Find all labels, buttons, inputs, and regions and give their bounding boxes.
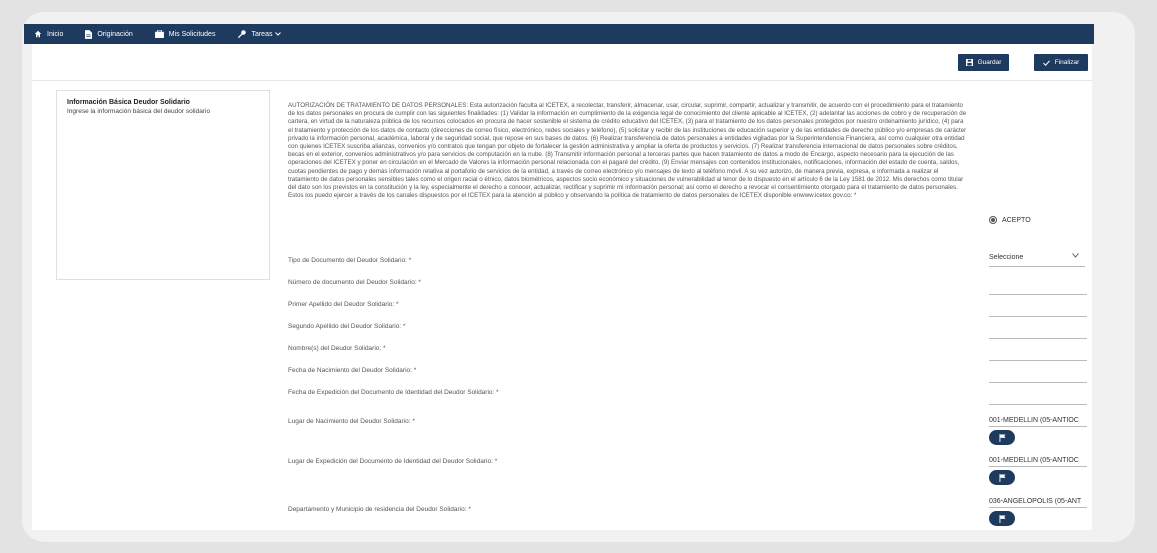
field-label-fecha-nacimiento: Fecha de Nacimiento del Deudor Solidario…	[288, 367, 417, 374]
wrench-icon	[238, 29, 247, 38]
radio-button[interactable]	[989, 216, 997, 224]
data-authorization-text: AUTORIZACIÓN DE TRATAMIENTO DE DATOS PER…	[288, 102, 967, 200]
birth-place-flag-button[interactable]	[989, 430, 1015, 445]
field-label-segundo-apellido: Segundo Apellido del Deudor Solidario: *	[288, 323, 406, 330]
birth-date-input[interactable]	[989, 382, 1087, 383]
flag-icon	[999, 473, 1005, 482]
document-icon	[85, 29, 93, 39]
nav-item-originacion[interactable]: Originación	[85, 29, 133, 39]
form-panel: Guardar Finalizar Información Básica Deu…	[32, 44, 1092, 530]
field-label-lugar-nacimiento: Lugar de Nacimiento del Deudor Solidario…	[288, 418, 415, 425]
home-icon	[34, 30, 42, 38]
top-navbar: Inicio Originación Mis Solicitudes Tarea…	[24, 24, 1094, 44]
chevron-down-icon	[275, 32, 282, 36]
document-type-select[interactable]: Seleccione	[989, 253, 1085, 267]
nav-label-mis-solicitudes: Mis Solicitudes	[168, 30, 216, 38]
field-label-primer-apellido: Primer Apellido del Deudor Solidario: *	[288, 301, 399, 308]
issue-date-input[interactable]	[989, 404, 1087, 405]
names-input[interactable]	[989, 360, 1087, 361]
save-label: Guardar	[977, 59, 1002, 66]
finish-label: Finalizar	[1054, 59, 1080, 66]
nav-item-inicio[interactable]: Inicio	[34, 30, 63, 38]
document-number-input[interactable]	[989, 294, 1087, 295]
flag-icon	[999, 433, 1005, 442]
section-info-card: Información Básica Deudor Solidario Ingr…	[56, 90, 270, 280]
chevron-down-icon	[1072, 253, 1079, 258]
nav-label-inicio: Inicio	[47, 30, 64, 38]
issue-place-flag-button[interactable]	[989, 470, 1015, 485]
document-type-value: Seleccione	[989, 254, 1024, 261]
briefcase-icon	[154, 30, 164, 38]
nav-item-mis-solicitudes[interactable]: Mis Solicitudes	[154, 30, 216, 38]
accept-radio[interactable]: ACEPTO	[989, 216, 1031, 224]
field-label-tipo-documento: Tipo de Documento del Deudor Solidario: …	[288, 257, 412, 264]
finish-button[interactable]: Finalizar	[1034, 54, 1088, 71]
second-surname-input[interactable]	[989, 338, 1087, 339]
nav-label-tareas: Tareas	[251, 30, 273, 38]
section-subtitle: Ingrese la información básica del deudor…	[67, 108, 211, 115]
birth-place-input[interactable]: 001-MEDELLIN (05-ANTIOC	[989, 417, 1087, 427]
flag-icon	[999, 514, 1005, 523]
accept-label: ACEPTO	[1002, 216, 1031, 224]
field-label-nombres: Nombre(s) del Deudor Solidario: *	[288, 345, 386, 352]
field-label-lugar-expedicion: Lugar de Expedición del Documento de Ide…	[288, 458, 498, 465]
issue-place-input[interactable]: 001-MEDELLIN (05-ANTIOC	[989, 457, 1087, 467]
field-label-residencia: Departamento y Municipio de residencia d…	[288, 506, 471, 513]
residence-flag-button[interactable]	[989, 511, 1015, 526]
action-bar: Guardar Finalizar	[32, 44, 1092, 81]
nav-label-originacion: Originación	[97, 30, 133, 38]
nav-item-tareas[interactable]: Tareas	[237, 29, 286, 39]
field-label-numero-documento: Número de documento del Deudor Solidario…	[288, 279, 421, 286]
floppy-disk-icon	[965, 59, 973, 66]
section-title: Información Básica Deudor Solidario	[67, 99, 190, 106]
save-button[interactable]: Guardar	[958, 54, 1009, 71]
first-surname-input[interactable]	[989, 316, 1087, 317]
check-icon	[1042, 59, 1050, 66]
residence-input[interactable]: 036-ANGELOPOLIS (05-ANT	[989, 498, 1087, 508]
field-label-fecha-expedicion: Fecha de Expedición del Documento de Ide…	[288, 389, 499, 396]
